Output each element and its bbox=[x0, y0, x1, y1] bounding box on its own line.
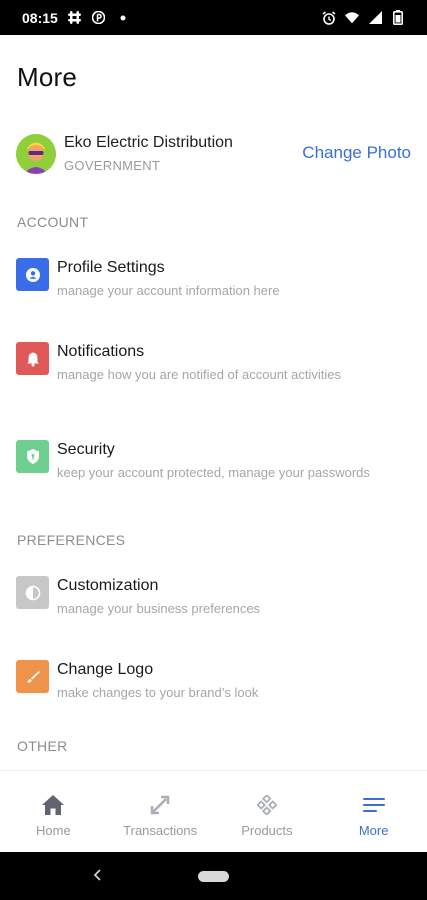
menu-item-change-logo[interactable]: Change Logo make changes to your brand’s… bbox=[16, 660, 411, 701]
menu-subtitle: keep your account protected, manage your… bbox=[57, 465, 370, 480]
nav-item-home[interactable]: Home bbox=[0, 771, 107, 852]
shield-icon bbox=[16, 440, 49, 473]
business-type: GOVERNMENT bbox=[64, 158, 161, 173]
menu-subtitle: manage your business preferences bbox=[57, 601, 261, 616]
menu-item-notifications[interactable]: Notifications manage how you are notifie… bbox=[16, 342, 411, 383]
nav-item-more[interactable]: More bbox=[320, 771, 427, 852]
bell-icon bbox=[16, 342, 49, 375]
nav-label: Home bbox=[36, 823, 71, 838]
nav-item-products[interactable]: Products bbox=[214, 771, 321, 852]
section-header-account: ACCOUNT bbox=[17, 214, 89, 230]
menu-lines-icon bbox=[361, 793, 387, 817]
transfer-icon bbox=[147, 793, 173, 817]
nav-item-transactions[interactable]: Transactions bbox=[107, 771, 214, 852]
menu-subtitle: make changes to your brand’s look bbox=[57, 685, 259, 700]
business-name: Eko Electric Distribution bbox=[64, 134, 233, 151]
wifi-icon bbox=[345, 11, 359, 25]
menu-item-customization[interactable]: Customization manage your business prefe… bbox=[16, 576, 411, 617]
nav-label: More bbox=[358, 823, 389, 838]
contrast-icon bbox=[16, 576, 49, 609]
profile-header: Eko Electric Distribution GOVERNMENT Cha… bbox=[16, 131, 411, 177]
user-icon bbox=[16, 258, 49, 291]
nav-label: Transactions bbox=[123, 823, 198, 838]
slack-icon bbox=[68, 11, 82, 25]
home-pill[interactable] bbox=[198, 871, 229, 882]
change-photo-button[interactable]: Change Photo bbox=[302, 143, 411, 163]
pinterest-icon bbox=[92, 11, 106, 25]
menu-subtitle: manage your account information here bbox=[57, 283, 280, 298]
menu-title: Profile Settings bbox=[57, 259, 165, 276]
nav-label: Products bbox=[241, 823, 293, 838]
section-header-other: OTHER bbox=[17, 738, 68, 754]
menu-title: Change Logo bbox=[57, 661, 154, 678]
menu-title: Customization bbox=[57, 577, 159, 594]
signal-icon bbox=[368, 11, 382, 25]
home-icon bbox=[40, 793, 66, 817]
avatar bbox=[16, 134, 56, 174]
menu-title: Security bbox=[57, 441, 115, 458]
page-title: More bbox=[17, 62, 78, 92]
dot-icon bbox=[116, 11, 130, 25]
section-header-preferences: PREFERENCES bbox=[17, 532, 126, 548]
grid-diamond-icon bbox=[254, 793, 280, 817]
menu-item-profile-settings[interactable]: Profile Settings manage your account inf… bbox=[16, 258, 411, 299]
back-chevron-icon[interactable] bbox=[88, 865, 108, 885]
battery-icon bbox=[391, 10, 405, 25]
brush-icon bbox=[16, 660, 49, 693]
menu-subtitle: manage how you are notified of account a… bbox=[57, 367, 342, 382]
bottom-nav: Home Transactions Products More bbox=[0, 770, 427, 852]
menu-title: Notifications bbox=[57, 343, 145, 360]
status-time: 08:15 bbox=[22, 9, 58, 26]
alarm-icon bbox=[322, 10, 336, 25]
system-nav-bar bbox=[0, 852, 427, 900]
menu-item-security[interactable]: Security keep your account protected, ma… bbox=[16, 440, 411, 481]
status-bar: 08:15 bbox=[0, 0, 427, 35]
